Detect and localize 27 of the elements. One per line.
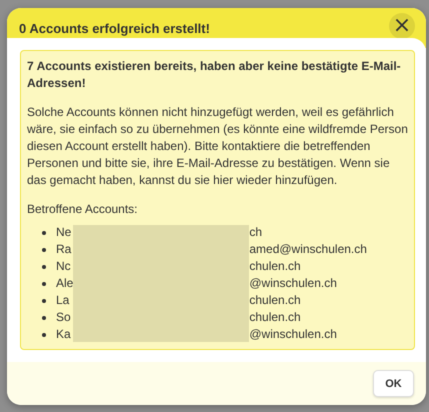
account-email: ch: [249, 224, 264, 241]
bullet-icon: [42, 316, 46, 320]
account-email: chulen.ch: [249, 258, 302, 275]
ok-button[interactable]: OK: [373, 370, 414, 397]
bullet-icon: [42, 332, 46, 336]
notice-heading: 7 Accounts existieren bereits, haben aber keine bestätigte E-Mail-Adressen!: [27, 58, 402, 92]
bullet-icon: [42, 298, 46, 302]
account-name: Ne: [55, 224, 72, 241]
bullet-icon: [42, 230, 46, 234]
account-email: amed@winschulen.ch: [249, 241, 367, 258]
notice-text: Solche Accounts können nicht hinzugefügt werden, weil es gefährlich wäre, sie einfach so zu übernehmen (es könnte eine wildfremde Person diesen Account erstellt haben). Bitte kontaktiere die betreffenden Personen und bitte sie, ihre E-Mail-Adresse zu bestätigen. Wenn sie das gemacht haben, kannst du sie hier wieder hinzufügen.: [27, 104, 408, 189]
bullet-icon: [42, 282, 46, 286]
bullet-icon: [42, 248, 46, 252]
close-button[interactable]: ×: [389, 13, 415, 39]
account-email: @winschulen.ch: [249, 275, 338, 292]
list-label: Betroffene Accounts:: [27, 201, 139, 218]
dialog-title: 0 Accounts erfolgreich erstellt!: [19, 21, 210, 36]
account-name: Ka: [55, 326, 72, 343]
account-email: chulen.ch: [249, 309, 302, 326]
account-name: La: [55, 292, 70, 309]
account-name: Nc: [55, 258, 72, 275]
account-email: @winschulen.ch: [249, 326, 338, 343]
bullet-icon: [42, 264, 46, 268]
account-name: So: [55, 309, 72, 326]
account-name: Ale: [55, 275, 74, 292]
account-name: Ra: [55, 241, 72, 258]
account-email: chulen.ch: [249, 292, 302, 309]
